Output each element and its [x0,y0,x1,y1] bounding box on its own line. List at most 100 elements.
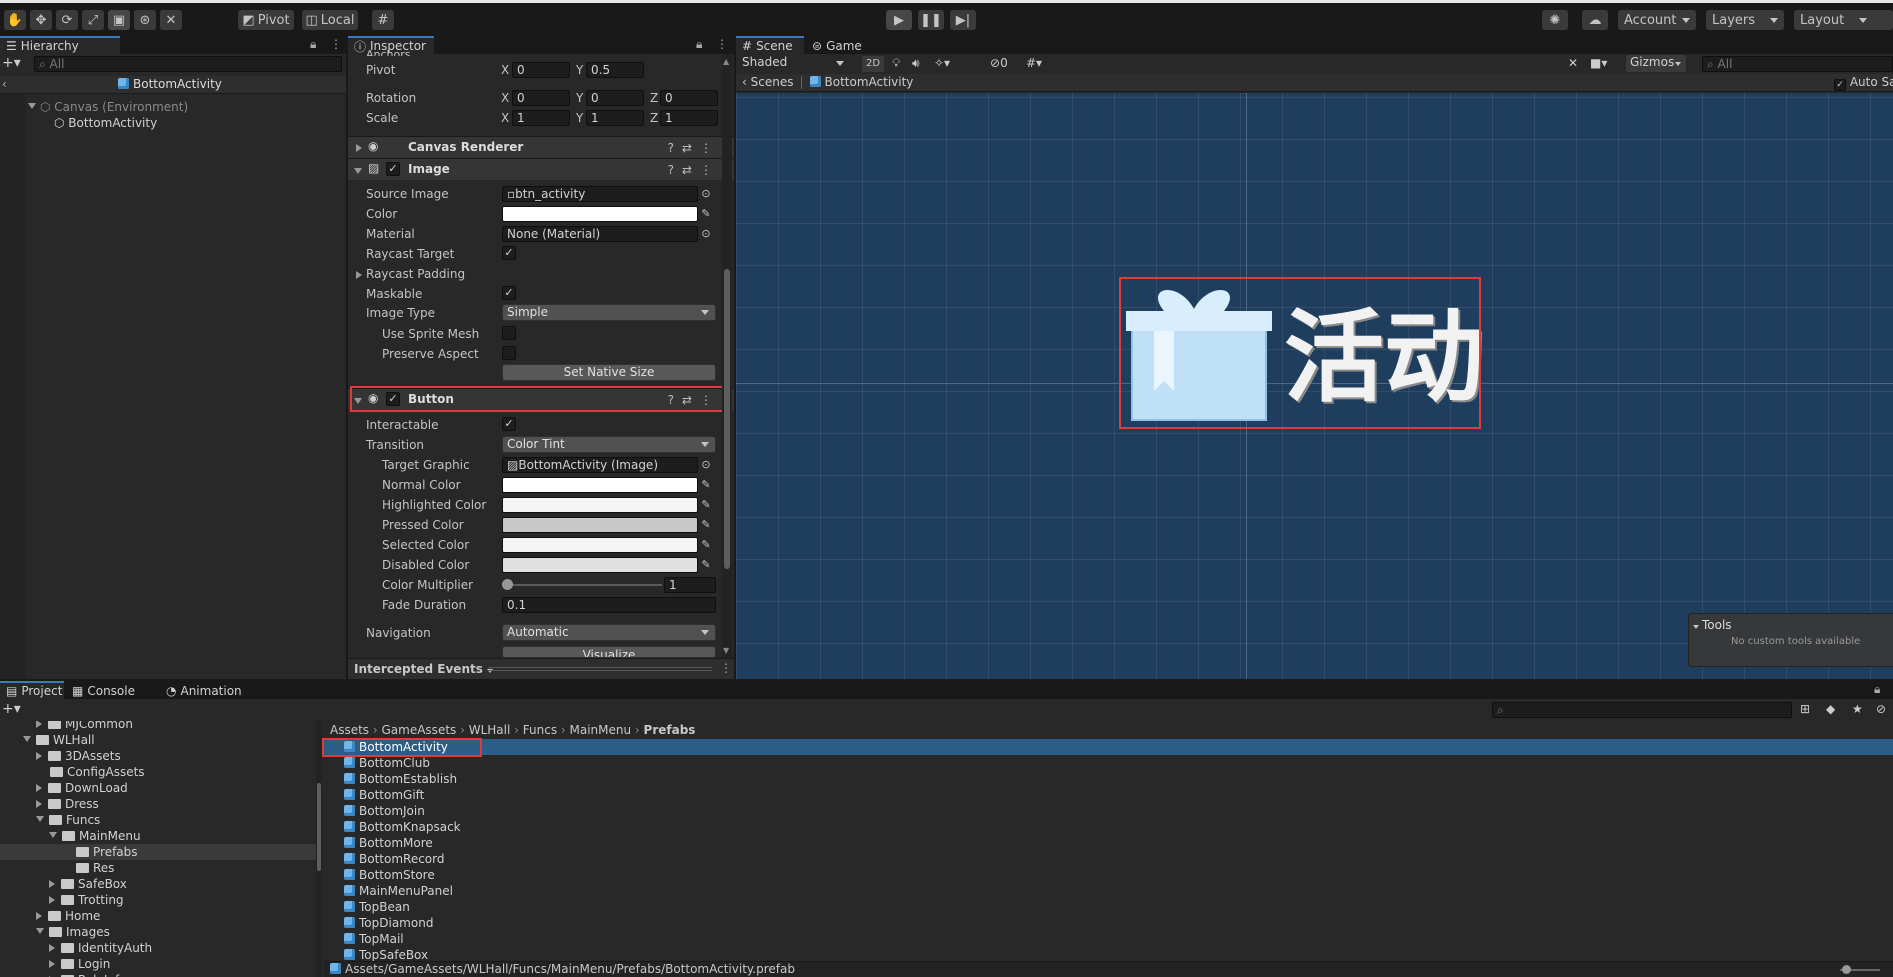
rotation-z-field[interactable]: 0 [660,90,718,106]
scroll-up-icon[interactable]: ▲ [723,57,729,66]
layout-dropdown[interactable]: Layout [1794,10,1893,30]
maskable-checkbox[interactable]: ✓ [502,286,516,300]
collapse-icon[interactable] [49,832,57,838]
folder-item[interactable]: Home [0,908,316,924]
account-dropdown[interactable]: Account [1618,10,1696,30]
more-icon[interactable]: ⋮ [720,661,732,675]
breadcrumb-segment[interactable]: Assets [330,723,369,737]
expand-icon[interactable] [36,800,42,808]
collapse-icon[interactable] [36,928,44,934]
pause-button[interactable]: ❚❚ [918,10,944,30]
camera-icon[interactable]: ■▾ [1590,56,1607,70]
eyedropper-icon[interactable]: ✎ [699,558,713,572]
folder-item[interactable]: WLHall [0,732,316,748]
local-toggle-button[interactable]: ◫ Local [302,10,358,30]
back-icon[interactable]: ‹ [2,77,7,91]
transform-tool-icon[interactable]: ⊛ [134,10,156,30]
breadcrumb-segment[interactable]: GameAssets [382,723,457,737]
lock-icon[interactable]: 🔒︎ [696,37,702,52]
tab-animation[interactable]: ◔ Animation [160,681,260,699]
asset-item[interactable]: BottomClub [324,755,1893,771]
back-icon[interactable]: ‹ [742,75,751,89]
custom-tool-icon[interactable]: ✕ [160,10,182,30]
object-picker-icon[interactable]: ⊙ [699,227,713,241]
asset-item[interactable]: BottomStore [324,867,1893,883]
hierarchy-search-input[interactable]: ⌕ All [34,56,342,72]
auto-save-toggle[interactable]: ✓ Auto Save [1834,75,1893,91]
raycast-padding-label[interactable]: Raycast Padding [366,267,465,281]
folder-item[interactable]: Funcs [0,812,316,828]
hand-tool-icon[interactable]: ✋ [4,10,26,30]
breadcrumb-segment[interactable]: WLHall [469,723,511,737]
play-button[interactable]: ▶ [886,10,912,30]
collapse-icon[interactable] [23,736,31,742]
tab-scene[interactable]: # Scene [736,36,804,54]
scrollbar-thumb[interactable] [317,783,321,871]
breadcrumb-segment[interactable]: Prefabs [644,723,696,737]
tab-project[interactable]: ▤ Project [0,681,64,699]
folder-item[interactable]: IdentityAuth [0,940,316,956]
asset-item[interactable]: TopDiamond [324,915,1893,931]
eyedropper-icon[interactable]: ✎ [699,498,713,512]
color-multiplier-field[interactable]: 1 [664,577,716,593]
pressed-color-field[interactable] [502,517,698,533]
lock-icon[interactable]: 🔒︎ [1874,682,1880,697]
collapse-icon[interactable] [36,816,44,822]
add-icon[interactable]: +▾ [2,701,21,717]
folder-item[interactable]: Dress [0,796,316,812]
hidden-packages-icon[interactable]: ⊘ [1876,702,1886,716]
lighting-icon[interactable]: 💡︎ [892,56,900,71]
expand-icon[interactable] [36,912,42,920]
asset-item[interactable]: MainMenuPanel [324,883,1893,899]
tools-overlay[interactable]: Tools No custom tools available [1688,613,1893,667]
filter-label-icon[interactable]: ◆ [1826,702,1835,716]
2d-toggle-button[interactable]: 2D [862,56,884,72]
eyedropper-icon[interactable]: ✎ [699,518,713,532]
effects-icon[interactable]: ✧▾ [934,56,950,70]
hidden-objects-icon[interactable]: ⊘0 [990,56,1008,70]
splitter-handle[interactable] [488,667,712,671]
asset-item[interactable]: BottomActivity [324,739,1893,755]
expand-icon[interactable] [356,271,362,279]
color-field[interactable] [502,206,698,222]
set-native-size-button[interactable]: Set Native Size [502,364,716,381]
highlighted-color-field[interactable] [502,497,698,513]
tools-icon[interactable]: ✕ [1568,56,1578,70]
more-icon[interactable]: ⋮ [716,37,728,51]
scale-tool-icon[interactable]: ⤢ [82,10,104,30]
expand-icon[interactable] [36,721,42,728]
object-picker-icon[interactable]: ⊙ [699,187,713,201]
asset-item[interactable]: BottomMore [324,835,1893,851]
cloud-icon[interactable]: ☁ [1582,10,1608,30]
add-icon[interactable]: +▾ [2,55,21,71]
folder-tree-scrollbar[interactable] [316,721,322,977]
fade-duration-field[interactable]: 0.1 [502,597,716,613]
breadcrumb-scenes[interactable]: Scenes [751,75,794,89]
selected-color-field[interactable] [502,537,698,553]
scrollbar-thumb[interactable] [724,269,730,569]
breadcrumb-segment[interactable]: Funcs [523,723,557,737]
normal-color-field[interactable] [502,477,698,493]
auto-save-checkbox[interactable]: ✓ [1834,79,1846,91]
color-multiplier-slider-track[interactable] [504,584,662,586]
eyedropper-icon[interactable]: ✎ [699,207,713,221]
expand-icon[interactable] [36,784,42,792]
expand-icon[interactable] [36,752,42,760]
image-type-dropdown[interactable]: Simple [502,304,716,321]
folder-item[interactable]: Login [0,956,316,972]
canvas-renderer-header[interactable]: ◉ Canvas Renderer ?⇄⋮ [348,136,734,158]
more-icon[interactable]: ⋮ [330,37,342,51]
eyedropper-icon[interactable]: ✎ [699,538,713,552]
asset-item[interactable]: BottomRecord [324,851,1893,867]
pivot-toggle-button[interactable]: ◩ Pivot [238,10,294,30]
navigation-dropdown[interactable]: Automatic [502,624,716,641]
pivot-x-field[interactable]: 0 [512,62,570,78]
folder-item[interactable]: DownLoad [0,780,316,796]
services-icon[interactable]: ✺ [1542,10,1568,30]
slider-handle[interactable] [1842,965,1851,974]
scale-z-field[interactable]: 1 [660,110,718,126]
object-picker-icon[interactable]: ⊙ [699,458,713,472]
audio-icon[interactable]: 🔊︎ [912,56,920,71]
visualize-button[interactable]: Visualize [502,646,716,658]
expand-icon[interactable] [49,944,55,952]
